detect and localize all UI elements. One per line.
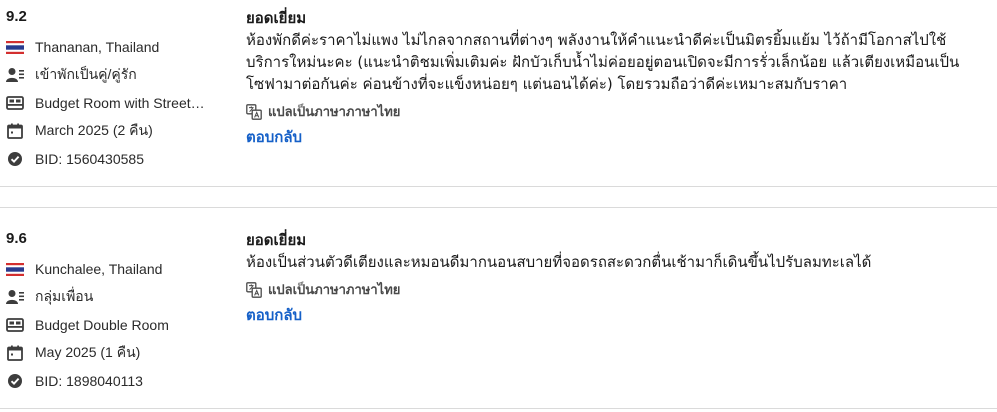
traveler-type-icon	[6, 288, 24, 306]
bed-icon	[6, 316, 24, 334]
stay-date: March 2025 (2 คืน)	[35, 122, 153, 138]
bid-row: BID: 1898040113	[6, 367, 236, 395]
room-type: Budget Double Room	[35, 317, 169, 333]
translate-label: แปลเป็นภาษาภาษาไทย	[268, 105, 401, 120]
room-row: Budget Double Room	[6, 311, 236, 339]
reviewer-row: Thananan, Thailand	[6, 33, 236, 61]
review-content: ยอดเยี่ยม ห้องพักดีค่ะราคาไม่แพง ไม่ไกลจ…	[246, 8, 986, 149]
room-row: Budget Room with Street…	[6, 89, 236, 117]
traveler-type: กลุ่มเพื่อน	[35, 288, 94, 304]
translate-link[interactable]: แปลเป็นภาษาภาษาไทย	[246, 279, 986, 300]
stay-row: May 2025 (1 คืน)	[6, 339, 236, 367]
reviewer-name: Kunchalee, Thailand	[35, 261, 163, 277]
calendar-icon	[6, 122, 24, 140]
divider	[0, 186, 997, 187]
review-card: 9.6 Kunchalee, Thailand กลุ่มเพื่อน Budg…	[0, 208, 997, 408]
translate-label: แปลเป็นภาษาภาษาไทย	[268, 283, 401, 298]
review-text: ห้องพักดีค่ะราคาไม่แพง ไม่ไกลจากสถานที่ต…	[246, 31, 960, 93]
bed-icon	[6, 94, 24, 112]
review-title: ยอดเยี่ยม	[246, 9, 307, 27]
check-circle-icon	[6, 372, 24, 390]
review-content: ยอดเยี่ยม ห้องเป็นส่วนตัวดีเตียงและหมอนด…	[246, 230, 986, 327]
review-meta: 9.6 Kunchalee, Thailand กลุ่มเพื่อน Budg…	[6, 230, 236, 395]
review-score: 9.6	[6, 230, 27, 247]
traveler-type: เข้าพักเป็นคู่/คู่รัก	[35, 66, 137, 82]
calendar-icon	[6, 344, 24, 362]
review-meta: 9.2 Thananan, Thailand เข้าพักเป็นคู่/คู…	[6, 8, 236, 173]
traveler-type-icon	[6, 66, 24, 84]
reply-link[interactable]: ตอบกลับ	[246, 303, 986, 327]
booking-id: BID: 1560430585	[35, 151, 144, 167]
review-title: ยอดเยี่ยม	[246, 231, 307, 249]
thailand-flag-icon	[6, 260, 24, 278]
review-text: ห้องเป็นส่วนตัวดีเตียงและหมอนดีมากนอนสบา…	[246, 253, 872, 271]
translate-icon	[246, 281, 262, 298]
thailand-flag-icon	[6, 38, 24, 56]
traveler-type-row: กลุ่มเพื่อน	[6, 283, 236, 311]
check-circle-icon	[6, 150, 24, 168]
stay-date: May 2025 (1 คืน)	[35, 344, 141, 360]
booking-id: BID: 1898040113	[35, 373, 143, 389]
divider	[0, 408, 997, 409]
reply-link[interactable]: ตอบกลับ	[246, 125, 986, 149]
reviewer-name: Thananan, Thailand	[35, 39, 160, 55]
translate-icon	[246, 103, 262, 120]
traveler-type-row: เข้าพักเป็นคู่/คู่รัก	[6, 61, 236, 89]
review-card: 9.2 Thananan, Thailand เข้าพักเป็นคู่/คู…	[0, 0, 997, 186]
review-score: 9.2	[6, 8, 27, 25]
stay-row: March 2025 (2 คืน)	[6, 117, 236, 145]
bid-row: BID: 1560430585	[6, 145, 236, 173]
reviewer-row: Kunchalee, Thailand	[6, 255, 236, 283]
room-type: Budget Room with Street…	[35, 95, 205, 111]
translate-link[interactable]: แปลเป็นภาษาภาษาไทย	[246, 101, 986, 122]
